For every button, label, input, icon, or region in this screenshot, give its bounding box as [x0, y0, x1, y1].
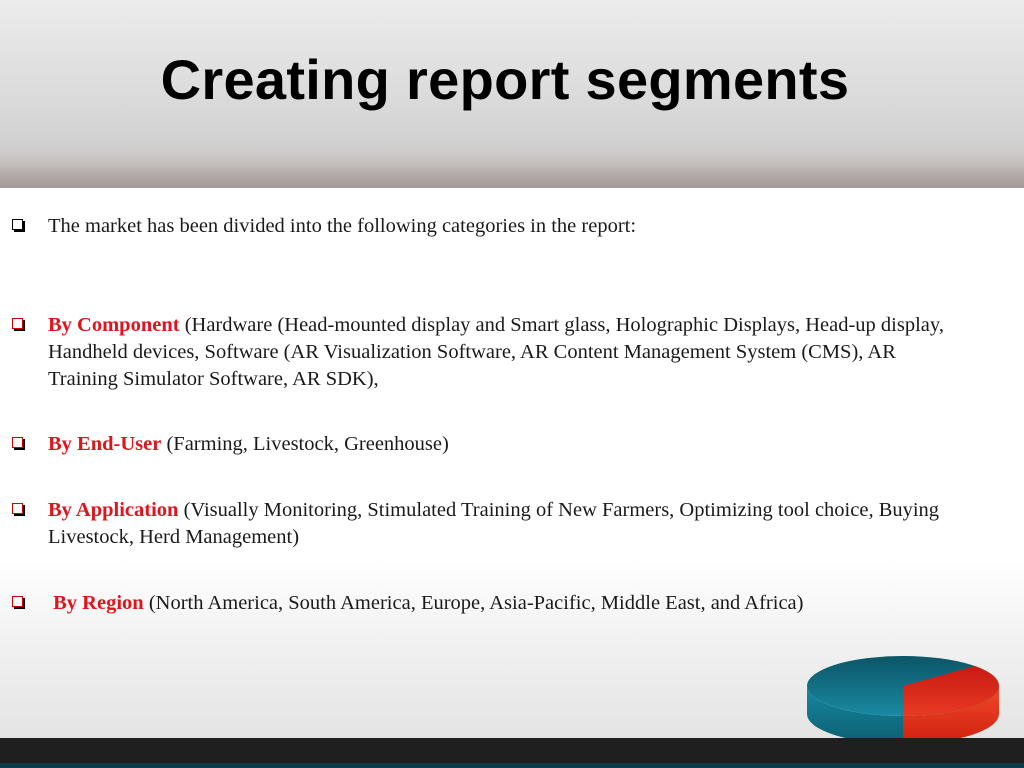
square-bullet-icon: [12, 437, 23, 448]
segment-detail: (Farming, Livestock, Greenhouse): [161, 433, 449, 455]
square-bullet-icon: [12, 503, 23, 514]
segment-bullet-region: By Region (North America, South America,…: [12, 590, 952, 617]
segment-detail: (Hardware (Head-mounted display and Smar…: [48, 314, 944, 390]
segment-key: By Region: [48, 592, 144, 614]
segment-bullet-end-user: By End-User (Farming, Livestock, Greenho…: [12, 431, 952, 458]
segment-key: By Application: [48, 499, 179, 521]
segment-key: By End-User: [48, 433, 162, 455]
segment-bullet-component: By Component (Hardware (Head-mounted dis…: [12, 312, 952, 393]
square-bullet-icon: [12, 219, 23, 230]
segment-text: By Component (Hardware (Head-mounted dis…: [48, 312, 952, 393]
segment-key: By Component: [48, 314, 180, 336]
segment-text: By End-User (Farming, Livestock, Greenho…: [48, 431, 952, 458]
intro-bullet: The market has been divided into the fol…: [12, 213, 952, 240]
footer-accent-line: [0, 763, 1024, 768]
pie-chart-graphic: [807, 656, 1000, 744]
intro-text: The market has been divided into the fol…: [48, 215, 637, 237]
segment-bullet-application: By Application (Visually Monitoring, Sti…: [12, 497, 952, 551]
header-band: Creating report segments: [0, 0, 1024, 188]
segment-detail: (Visually Monitoring, Stimulated Trainin…: [48, 499, 940, 548]
slide-title: Creating report segments: [160, 48, 850, 111]
square-bullet-icon: [12, 318, 23, 329]
segment-text: By Region (North America, South America,…: [48, 590, 952, 617]
segment-text: By Application (Visually Monitoring, Sti…: [48, 497, 952, 551]
square-bullet-icon: [12, 596, 23, 607]
slide: Creating report segments The market has …: [0, 0, 1024, 768]
segment-detail: (North America, South America, Europe, A…: [143, 592, 804, 614]
header-shadow: [0, 155, 1024, 188]
